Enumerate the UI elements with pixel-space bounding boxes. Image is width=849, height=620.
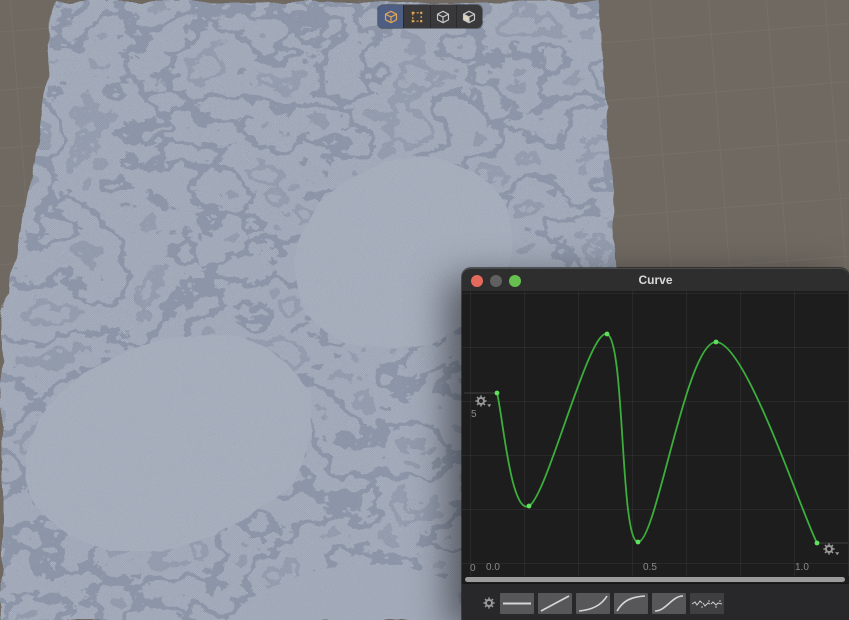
wireframe-view-button[interactable] (431, 5, 457, 28)
preset-flat-button[interactable] (500, 593, 534, 614)
s-curve-icon (652, 593, 686, 614)
curve-window: Curve 5 0 0.0 0.5 1.0 (462, 268, 849, 620)
curve-scroll-track (462, 576, 849, 583)
window-titlebar[interactable]: Curve (462, 268, 849, 291)
curve-control-point[interactable] (714, 340, 719, 345)
preset-s-curve-button[interactable] (652, 593, 686, 614)
curve-control-point[interactable] (815, 541, 820, 546)
x-tick-1: 1.0 (795, 562, 809, 574)
preset-ease-in-button[interactable] (576, 593, 610, 614)
preset-noise-button[interactable] (690, 593, 724, 614)
curve-control-point[interactable] (527, 504, 532, 509)
x-tick-0: 0.0 (486, 562, 500, 574)
viewport-display-toolbar (378, 5, 482, 28)
wireframe-cube-icon (436, 10, 450, 24)
curve-scrollbar[interactable] (465, 577, 845, 582)
curve-control-point[interactable] (495, 391, 500, 396)
y-axis-label-bottom: 0 (470, 563, 476, 575)
shaded-cube-icon (384, 10, 398, 24)
zoom-button[interactable] (509, 275, 521, 287)
curve-plot-area[interactable] (462, 291, 849, 576)
y-axis-label-top: 5 (471, 409, 477, 421)
bounding-box-icon (410, 10, 424, 24)
noise-curve-icon (690, 593, 724, 614)
flat-curve-icon (500, 593, 534, 614)
curve-control-point[interactable] (605, 332, 610, 337)
shaded-view-button[interactable] (378, 5, 404, 28)
curve-control-point[interactable] (636, 540, 641, 545)
solid-face-cube-icon (462, 10, 476, 24)
close-button[interactable] (471, 275, 483, 287)
linear-curve-icon (538, 593, 572, 614)
preset-linear-button[interactable] (538, 593, 572, 614)
bounding-box-view-button[interactable] (404, 5, 430, 28)
x-tick-05: 0.5 (643, 562, 657, 574)
app-window: Curve 5 0 0.0 0.5 1.0 (0, 0, 849, 620)
ease-out-curve-icon (614, 593, 648, 614)
solid-view-button[interactable] (457, 5, 482, 28)
ease-in-curve-icon (576, 593, 610, 614)
preset-ease-out-button[interactable] (614, 593, 648, 614)
preset-toolbar (462, 583, 849, 620)
preset-gear-button[interactable] (482, 596, 496, 610)
minimize-button[interactable] (490, 275, 502, 287)
